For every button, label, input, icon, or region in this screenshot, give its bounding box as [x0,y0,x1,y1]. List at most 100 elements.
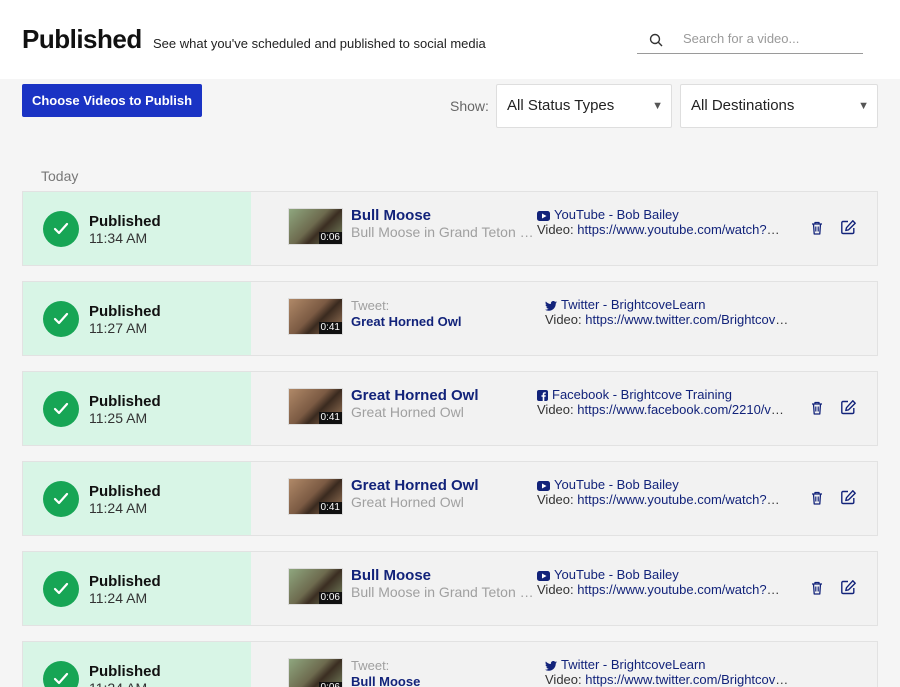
duration-badge: 0:41 [318,412,342,424]
video-description: Bull Moose in Grand Teton National Park [351,224,535,240]
check-circle-icon [43,661,79,687]
video-thumbnail[interactable]: 0:41 [288,478,343,515]
status-text: Published [89,573,161,590]
status-text: Published [89,213,161,230]
destination-name: Facebook - Brightcove Training [552,387,732,402]
duration-badge: 0:41 [318,322,342,334]
table-row: Published 11:34 AM 0:06 Bull Moose Bull Moos… [22,191,878,266]
status-cell: Published11:24 AM [23,642,251,687]
duration-badge: 0:06 [318,682,342,687]
edit-icon[interactable] [840,579,857,596]
trash-icon[interactable] [809,400,825,416]
table-row: Published11:24 AM 0:06 Tweet:Bull Moose Twi… [22,641,878,687]
status-filter-select[interactable]: All Status Types ▼ [496,84,672,128]
video-url-link[interactable]: https://www.twitter.com/BrightcoveLearn/… [585,672,793,687]
video-url-link[interactable]: https://www.youtube.com/watch?v=greathor… [577,492,785,507]
section-label-today: Today [41,168,79,184]
table-row: Published 11:25 AM 0:41 Great Horned Owl Gre… [22,371,878,446]
page-subtitle: See what you've scheduled and published … [153,36,486,51]
duration-badge: 0:06 [318,592,342,604]
status-text: Published [89,303,161,320]
video-url-link[interactable]: https://www.youtube.com/watch?v=bullmoos… [577,582,785,597]
show-label: Show: [450,98,489,114]
status-time: 11:27 AM [89,320,148,336]
video-url-prefix: Video: [545,672,582,687]
check-circle-icon [43,211,79,247]
search-icon [649,33,663,47]
table-row: Published 11:27 AM 0:41 Tweet: Great Horned … [22,281,878,356]
check-circle-icon [43,481,79,517]
video-url-prefix: Video: [537,582,574,597]
edit-icon[interactable] [840,399,857,416]
video-description: Bull Moose in Grand Teton National Park [351,584,535,600]
table-row: Published 11:24 AM 0:06 Bull Moose Bull Moos… [22,551,878,626]
status-cell: Published 11:27 AM [23,282,251,355]
status-cell: Published 11:25 AM [23,372,251,445]
status-text: Published [89,663,161,680]
video-url-prefix: Video: [537,402,574,417]
video-description: Great Horned Owl [351,404,464,420]
status-text: Published [89,393,161,410]
status-time: 11:24 AM [89,500,148,516]
status-time: 11:24 AM [89,590,148,606]
video-title-link[interactable]: Great Horned Owl [351,477,479,494]
status-text: Published [89,483,161,500]
page-header: Published See what you've scheduled and … [0,0,900,79]
edit-icon[interactable] [840,489,857,506]
search-input[interactable] [683,28,859,48]
caret-down-icon: ▼ [858,100,869,112]
video-title-link[interactable]: Great Horned Owl [351,387,479,404]
video-description: Great Horned Owl [351,494,464,510]
check-circle-icon [43,571,79,607]
status-cell: Published11:24 AM [23,552,251,625]
status-time: 11:25 AM [89,410,148,426]
status-time: 11:34 AM [89,230,148,246]
video-url-link[interactable]: https://www.facebook.com/2210/videos [577,402,785,417]
trash-icon[interactable] [809,580,825,596]
status-filter-value: All Status Types [507,97,615,114]
destination-filter-select[interactable]: All Destinations ▼ [680,84,878,128]
table-row: Published 11:24 AM 0:41 Great Horned Owl Gre… [22,461,878,536]
video-thumbnail[interactable]: 0:41 [288,388,343,425]
check-circle-icon [43,301,79,337]
video-url-prefix: Video: [537,222,574,237]
status-time: 11:24 AM [89,680,147,687]
video-url-link[interactable]: https://www.twitter.com/BrightcoveLearn/… [585,312,793,327]
destination-name: Twitter - BrightcoveLearn [561,657,706,672]
video-url-line: Video: https://www.youtube.com/watch?v=g… [537,492,785,507]
search-box [637,24,863,54]
destination-name: Twitter - BrightcoveLearn [561,297,706,312]
video-thumbnail[interactable]: 0:06 [288,658,343,687]
choose-videos-button[interactable]: Choose Videos to Publish [22,84,202,117]
page-title: Published [22,24,142,54]
video-url-line: Video: https://www.facebook.com/2210/vid… [537,402,785,417]
tweet-title-link[interactable]: Great Horned Owl [351,314,462,329]
trash-icon[interactable] [809,490,825,506]
status-cell: Published11:24 AM [23,462,251,535]
video-url-line: Video: https://www.twitter.com/Brightcov… [545,312,793,327]
video-thumbnail[interactable]: 0:41 [288,298,343,335]
duration-badge: 0:06 [318,232,342,244]
tweet-label: Tweet: [351,298,390,313]
video-url-prefix: Video: [537,492,574,507]
status-cell: Published 11:34 AM [23,192,251,265]
check-circle-icon [43,391,79,427]
destination-name: YouTube - Bob Bailey [554,567,679,582]
edit-icon[interactable] [840,219,857,236]
tweet-label: Tweet: [351,658,390,673]
video-thumbnail[interactable]: 0:06 [288,568,343,605]
caret-down-icon: ▼ [652,100,663,112]
video-thumbnail[interactable]: 0:06 [288,208,343,245]
video-url-line: Video: https://www.twitter.com/Brightcov… [545,672,793,687]
video-url-link[interactable]: https://www.youtube.com/watch?v=bullmoos… [577,222,785,237]
video-title-link[interactable]: Bull Moose [351,567,431,584]
video-url-prefix: Video: [545,312,582,327]
video-url-line: Video: https://www.youtube.com/watch?v=b… [537,582,785,597]
tweet-title-link[interactable]: Bull Moose [351,674,420,687]
video-title-link[interactable]: Bull Moose [351,207,431,224]
duration-badge: 0:41 [318,502,342,514]
video-url-line: Video: https://www.youtube.com/watch?v=b… [537,222,785,237]
destination-name: YouTube - Bob Bailey [554,207,679,222]
trash-icon[interactable] [809,220,825,236]
destination-filter-value: All Destinations [691,97,795,114]
